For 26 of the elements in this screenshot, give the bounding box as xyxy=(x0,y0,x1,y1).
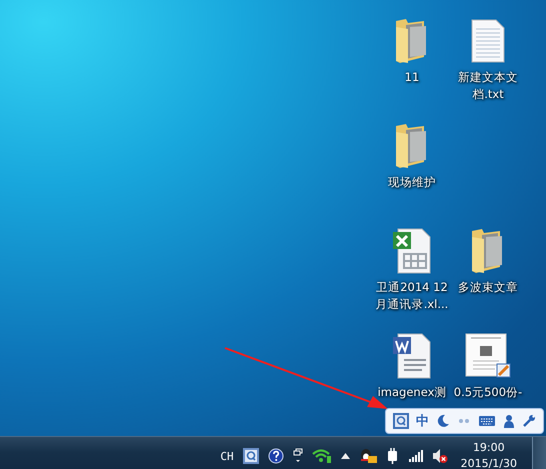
show-desktop-button[interactable] xyxy=(532,437,546,469)
icon-label: 0.5元500份- xyxy=(452,384,524,401)
language-indicator[interactable]: CH xyxy=(220,450,234,462)
show-hidden-icons-icon[interactable] xyxy=(340,453,350,459)
icon-label: 新建文本文档.txt xyxy=(457,69,519,103)
icon-label: 现场维护 xyxy=(387,174,437,191)
wifi-icon[interactable] xyxy=(312,448,332,464)
input-mode-toggle[interactable]: 中 xyxy=(416,412,429,430)
keyboard-icon[interactable] xyxy=(478,415,496,427)
wrench-icon[interactable] xyxy=(522,414,536,428)
person-icon[interactable] xyxy=(503,414,515,428)
clock-time[interactable]: 19:00 xyxy=(472,440,505,456)
help-icon[interactable] xyxy=(268,448,284,464)
spreadsheet-file-icon[interactable] xyxy=(392,226,432,276)
q-logo-icon[interactable] xyxy=(242,448,259,464)
clock-date[interactable]: 2015/1/30 xyxy=(460,456,517,469)
document-file-icon[interactable] xyxy=(392,331,432,381)
icon-label: 多波束文章 xyxy=(457,279,519,296)
icon-label: 11 xyxy=(404,69,420,86)
moon-icon[interactable] xyxy=(436,414,450,428)
icon-label: 卫通2014 12月通讯录.xl... xyxy=(374,279,450,313)
speaker-muted-icon[interactable] xyxy=(432,448,448,464)
power-plug-icon[interactable] xyxy=(386,448,400,464)
windows-switch-icon[interactable] xyxy=(292,448,303,464)
icon-label: imagenex测 xyxy=(376,384,448,401)
signal-bars-icon[interactable] xyxy=(408,450,423,462)
